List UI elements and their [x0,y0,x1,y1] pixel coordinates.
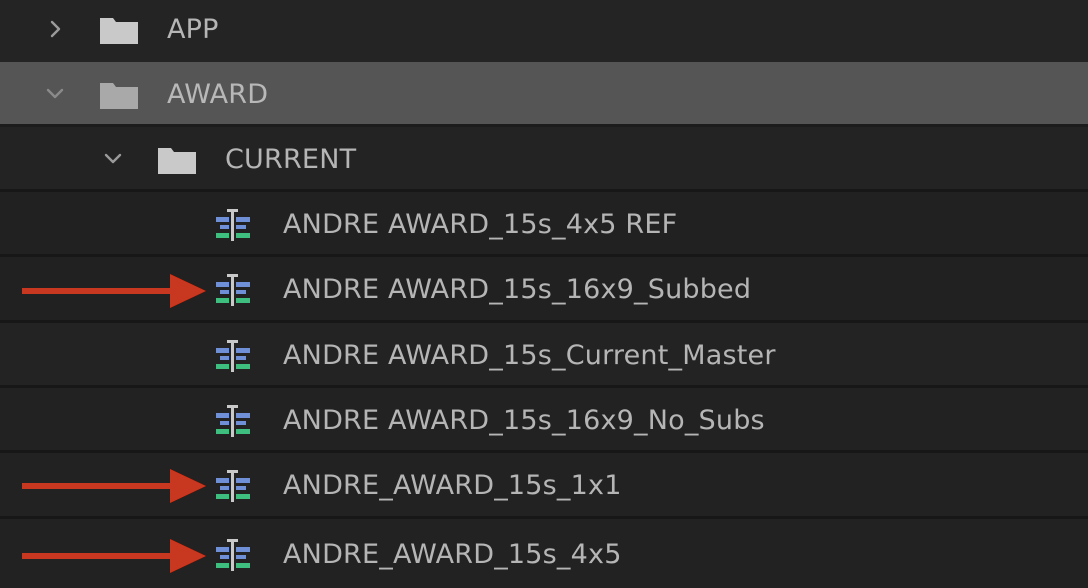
sequence-label: ANDRE_AWARD_15s_1x1 [283,470,622,501]
sequence-icon [216,539,250,571]
folder-icon [100,18,138,44]
chevron-right-icon[interactable] [44,18,66,40]
project-panel: APP AWARD CURRENT ANDRE AWARD_15s_4x5 RE… [0,0,1088,588]
folder-row-award[interactable]: AWARD [0,62,1088,127]
folder-icon [100,83,138,109]
sequence-row[interactable]: ANDRE_AWARD_15s_1x1 [0,453,1088,519]
sequence-icon [216,340,250,372]
sequence-label: ANDRE AWARD_15s_16x9_Subbed [283,274,752,305]
red-arrow-annotation [22,539,206,573]
sequence-label: ANDRE AWARD_15s_4x5 REF [283,209,678,240]
sequence-row[interactable]: ANDRE AWARD_15s_4x5 REF [0,192,1088,257]
red-arrow-annotation [22,274,206,308]
sequence-label: ANDRE AWARD_15s_16x9_No_Subs [283,405,765,436]
folder-icon [158,148,196,174]
chevron-down-icon[interactable] [102,147,124,169]
sequence-icon [216,470,250,502]
sequence-icon [216,274,250,306]
folder-label: APP [167,14,219,45]
folder-label: AWARD [167,79,269,110]
sequence-row[interactable]: ANDRE_AWARD_15s_4x5 [0,519,1088,588]
chevron-down-icon[interactable] [44,82,66,104]
sequence-label: ANDRE AWARD_15s_Current_Master [283,340,776,371]
folder-row-current[interactable]: CURRENT [0,127,1088,192]
sequence-row[interactable]: ANDRE AWARD_15s_Current_Master [0,323,1088,388]
sequence-label: ANDRE_AWARD_15s_4x5 [283,539,622,570]
folder-label: CURRENT [225,144,357,175]
sequence-icon [216,209,250,241]
red-arrow-annotation [22,469,206,503]
sequence-row[interactable]: ANDRE AWARD_15s_16x9_No_Subs [0,388,1088,453]
sequence-icon [216,405,250,437]
folder-row-app[interactable]: APP [0,0,1088,62]
sequence-row[interactable]: ANDRE AWARD_15s_16x9_Subbed [0,257,1088,323]
